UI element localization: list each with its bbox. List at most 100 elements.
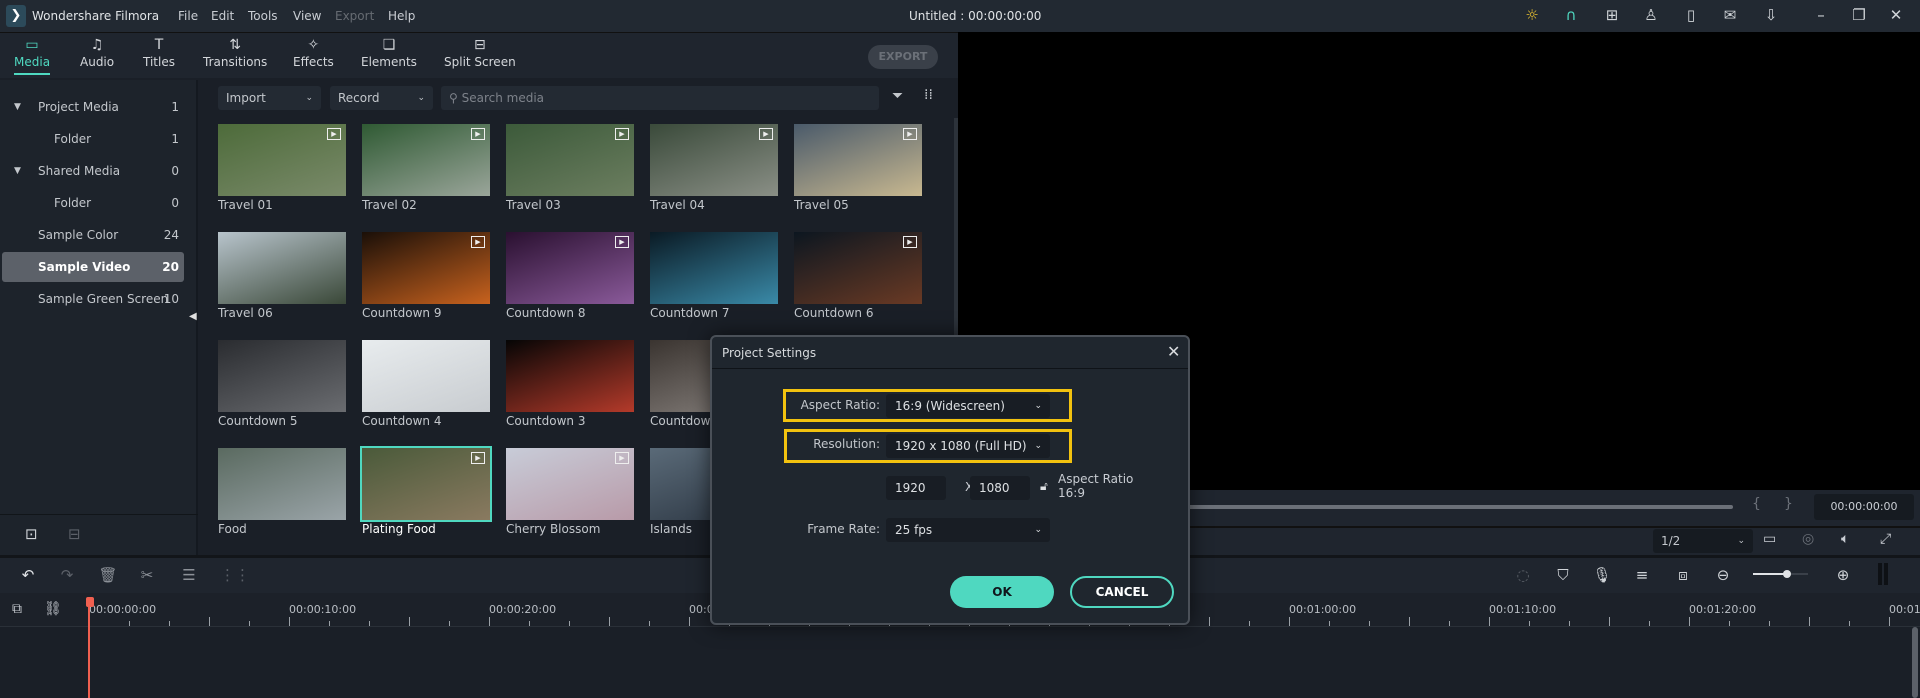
close-icon[interactable]: ✕ xyxy=(1885,6,1907,26)
tab-effects[interactable]: ✧ Effects xyxy=(293,37,334,69)
expand-triangle-icon[interactable]: ▼ xyxy=(14,156,21,186)
headset-icon[interactable]: ∩ xyxy=(1560,6,1582,26)
zoom-out-icon[interactable]: ⊖ xyxy=(1712,566,1734,584)
display-icon[interactable]: ▭ xyxy=(1763,531,1776,547)
menu-tools[interactable]: Tools xyxy=(248,9,278,23)
media-thumbnail[interactable]: ▶ xyxy=(362,124,490,196)
media-thumbnail[interactable]: ▶ xyxy=(362,232,490,304)
sidebar-item-count: 0 xyxy=(171,196,179,210)
media-thumbnail[interactable] xyxy=(650,232,778,304)
fullscreen-icon[interactable]: ⤢ xyxy=(1880,531,1891,547)
fit-timeline-icon[interactable]: ⧈ xyxy=(1672,566,1694,584)
media-label: Countdown 8 xyxy=(506,306,586,320)
mark-in-icon[interactable]: { xyxy=(1752,496,1761,512)
sidebar-item[interactable]: Sample Color 24 xyxy=(2,220,184,250)
save-icon[interactable]: ▯ xyxy=(1680,6,1702,26)
filter-icon[interactable]: ⏷ xyxy=(892,88,903,104)
media-thumbnail[interactable] xyxy=(218,232,346,304)
tab-split-screen[interactable]: ⊟ Split Screen xyxy=(444,37,516,69)
collapse-panel-icon[interactable]: ◀ xyxy=(189,311,197,322)
menu-view[interactable]: View xyxy=(293,9,321,23)
media-thumbnail[interactable]: ▶ xyxy=(794,232,922,304)
height-input[interactable]: 1080 xyxy=(970,476,1030,500)
tab-transitions[interactable]: ⇅ Transitions xyxy=(203,37,267,69)
aspect-ratio-dropdown[interactable]: 16:9 (Widescreen) ⌄ xyxy=(886,394,1050,418)
import-dropdown[interactable]: Import ⌄ xyxy=(218,86,321,110)
search-input[interactable]: ⚲ Search media xyxy=(441,86,879,110)
lightbulb-icon[interactable]: ☼ xyxy=(1521,6,1543,26)
export-button[interactable]: EXPORT xyxy=(868,45,938,69)
dialog-close-icon[interactable]: ✕ xyxy=(1167,342,1180,361)
tab-media[interactable]: ▭ Media xyxy=(14,37,50,75)
sidebar-item[interactable]: ▼ Shared Media 0 xyxy=(2,156,184,186)
tab-titles[interactable]: T Titles xyxy=(143,37,175,69)
download-icon[interactable]: ⇩ xyxy=(1760,6,1782,26)
timeline-tracks[interactable] xyxy=(0,627,1920,698)
expand-triangle-icon[interactable]: ▼ xyxy=(14,92,21,122)
audio-waveform-icon[interactable]: ⋮⋮ xyxy=(220,566,250,584)
scissors-icon[interactable]: ✂ xyxy=(136,566,158,584)
menu-edit[interactable]: Edit xyxy=(211,9,234,23)
media-thumbnail[interactable] xyxy=(362,340,490,412)
media-thumbnail[interactable] xyxy=(506,340,634,412)
redo-icon[interactable]: ↷ xyxy=(56,566,78,584)
mark-out-icon[interactable]: } xyxy=(1784,496,1793,512)
record-dropdown[interactable]: Record ⌄ xyxy=(330,86,433,110)
minimize-icon[interactable]: – xyxy=(1810,6,1832,26)
media-thumbnail[interactable]: ▶ xyxy=(506,448,634,520)
microphone-icon[interactable]: 🎙︎ xyxy=(1591,566,1613,584)
tab-elements[interactable]: ❏ Elements xyxy=(361,37,417,69)
gift-icon[interactable]: ⊞ xyxy=(1601,6,1623,26)
undo-icon[interactable]: ↶ xyxy=(17,566,39,584)
sidebar-item[interactable]: ▼ Project Media 1 xyxy=(2,92,184,122)
restore-icon[interactable]: ❐ xyxy=(1848,6,1870,26)
frame-rate-dropdown[interactable]: 25 fps ⌄ xyxy=(886,518,1050,542)
cancel-button[interactable]: CANCEL xyxy=(1070,576,1174,608)
link-icon[interactable]: ⛓︎ xyxy=(44,601,62,617)
media-label: Travel 06 xyxy=(218,306,273,320)
user-icon[interactable]: ♙ xyxy=(1640,6,1662,26)
timeline-zoom-slider[interactable] xyxy=(1753,570,1808,578)
sidebar-item[interactable]: Sample Green Screen 10 xyxy=(2,284,184,314)
preview-quality-dropdown[interactable]: 1/2 ⌄ xyxy=(1653,529,1753,553)
sidebar-item[interactable]: Sample Video 20 xyxy=(2,252,184,282)
render-preview-icon[interactable]: ◌ xyxy=(1512,566,1534,584)
media-thumbnail[interactable]: ▶ xyxy=(506,232,634,304)
menu-help[interactable]: Help xyxy=(388,9,415,23)
media-label: Travel 02 xyxy=(362,198,417,212)
media-thumbnail[interactable] xyxy=(218,448,346,520)
lock-icon[interactable]: 🔓︎ xyxy=(1040,479,1048,494)
playhead[interactable] xyxy=(88,597,90,698)
audio-mixer-icon[interactable]: ≡ xyxy=(1631,566,1653,584)
playhead-handle[interactable] xyxy=(86,597,94,607)
media-thumbnail[interactable]: ▶ xyxy=(218,124,346,196)
snapshot-icon[interactable]: ◎ xyxy=(1802,531,1814,547)
new-folder-icon[interactable]: ⊡ xyxy=(25,525,38,543)
sidebar-item[interactable]: Folder 0 xyxy=(2,188,184,218)
menu-export[interactable]: Export xyxy=(335,9,374,23)
zoom-in-icon[interactable]: ⊕ xyxy=(1832,566,1854,584)
marker-icon[interactable]: ⛉ xyxy=(1552,566,1574,584)
timeline-handle[interactable] xyxy=(1878,563,1888,585)
media-thumbnail[interactable] xyxy=(218,340,346,412)
slider-thumb[interactable] xyxy=(1783,570,1792,578)
add-track-icon[interactable]: ⧉ xyxy=(12,601,22,617)
menu-file[interactable]: File xyxy=(178,9,198,23)
delete-folder-icon[interactable]: ⊟ xyxy=(68,525,81,543)
width-input[interactable]: 1920 xyxy=(886,476,946,500)
sidebar-item[interactable]: Folder 1 xyxy=(2,124,184,154)
ok-button[interactable]: OK xyxy=(950,576,1054,608)
volume-icon[interactable]: 🔈︎ xyxy=(1841,531,1849,547)
adjust-icon[interactable]: ☰ xyxy=(178,566,200,584)
frame-rate-label: Frame Rate: xyxy=(807,522,880,536)
tab-audio[interactable]: ♫ Audio xyxy=(80,37,114,69)
media-thumbnail[interactable]: ▶ xyxy=(794,124,922,196)
media-thumbnail[interactable]: ▶ xyxy=(506,124,634,196)
timeline-scrollbar[interactable] xyxy=(1912,627,1918,698)
resolution-dropdown[interactable]: 1920 x 1080 (Full HD) ⌄ xyxy=(886,434,1050,458)
mail-icon[interactable]: ✉ xyxy=(1719,6,1741,26)
grid-view-icon[interactable]: ⁞⁞ xyxy=(924,87,933,103)
media-thumbnail[interactable]: ▶ xyxy=(650,124,778,196)
media-thumbnail[interactable]: ▶ xyxy=(360,446,492,522)
delete-icon[interactable]: 🗑︎ xyxy=(97,566,119,584)
